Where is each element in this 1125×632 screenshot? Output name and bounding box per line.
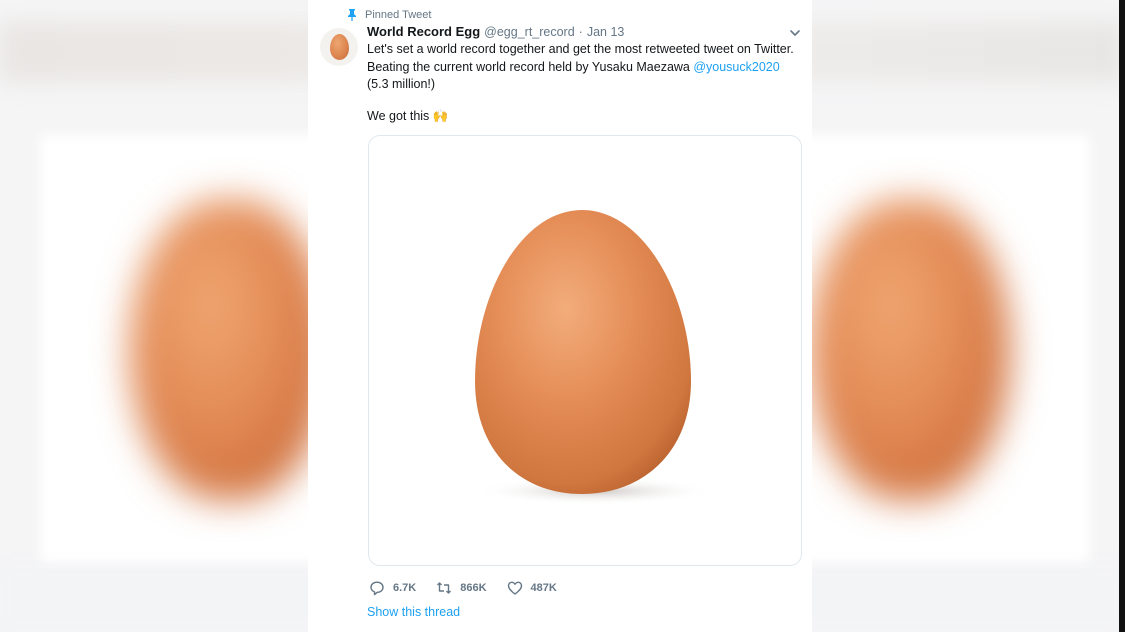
reply-count: 6.7K: [393, 582, 417, 594]
tweet-date[interactable]: Jan 13: [587, 25, 625, 39]
blurred-egg-left: [130, 200, 330, 500]
avatar[interactable]: [320, 28, 358, 66]
tweet-media-image[interactable]: [368, 135, 802, 566]
mention-link[interactable]: @yousuck2020: [693, 60, 779, 74]
reply-icon: [370, 581, 384, 596]
like-action[interactable]: 487K: [507, 580, 557, 596]
heart-icon: [507, 581, 522, 595]
pinned-indicator: Pinned Tweet: [347, 8, 431, 22]
tweet-text: Let's set a world record together and ge…: [367, 41, 797, 94]
retweet-action[interactable]: 866K: [436, 580, 487, 596]
tweet-text-part2: (5.3 million!): [367, 77, 436, 91]
retweet-icon: [437, 582, 452, 594]
like-count: 487K: [530, 582, 557, 594]
tweet-header: World Record Egg @egg_rt_record · Jan 13: [367, 24, 624, 41]
right-edge-bar: [1119, 0, 1125, 632]
author-handle[interactable]: @egg_rt_record: [484, 25, 575, 39]
tweet-actions: 6.7K 866K 487K: [369, 579, 577, 597]
author-name[interactable]: World Record Egg: [367, 24, 480, 39]
blurred-egg-right: [810, 200, 1010, 500]
reply-action[interactable]: 6.7K: [369, 580, 416, 596]
avatar-egg-image: [329, 34, 349, 60]
chevron-down-icon[interactable]: [789, 28, 801, 38]
pinned-label: Pinned Tweet: [365, 9, 432, 21]
pin-icon: [348, 9, 356, 21]
tweet-text-line2: We got this 🙌: [367, 109, 449, 123]
pinned-tweet[interactable]: Pinned Tweet World Record Egg @egg_rt_re…: [308, 0, 812, 632]
show-thread-link[interactable]: Show this thread: [367, 605, 460, 619]
retweet-count: 866K: [460, 582, 487, 594]
egg-photo: [475, 210, 715, 505]
separator-dot: ·: [578, 25, 583, 39]
